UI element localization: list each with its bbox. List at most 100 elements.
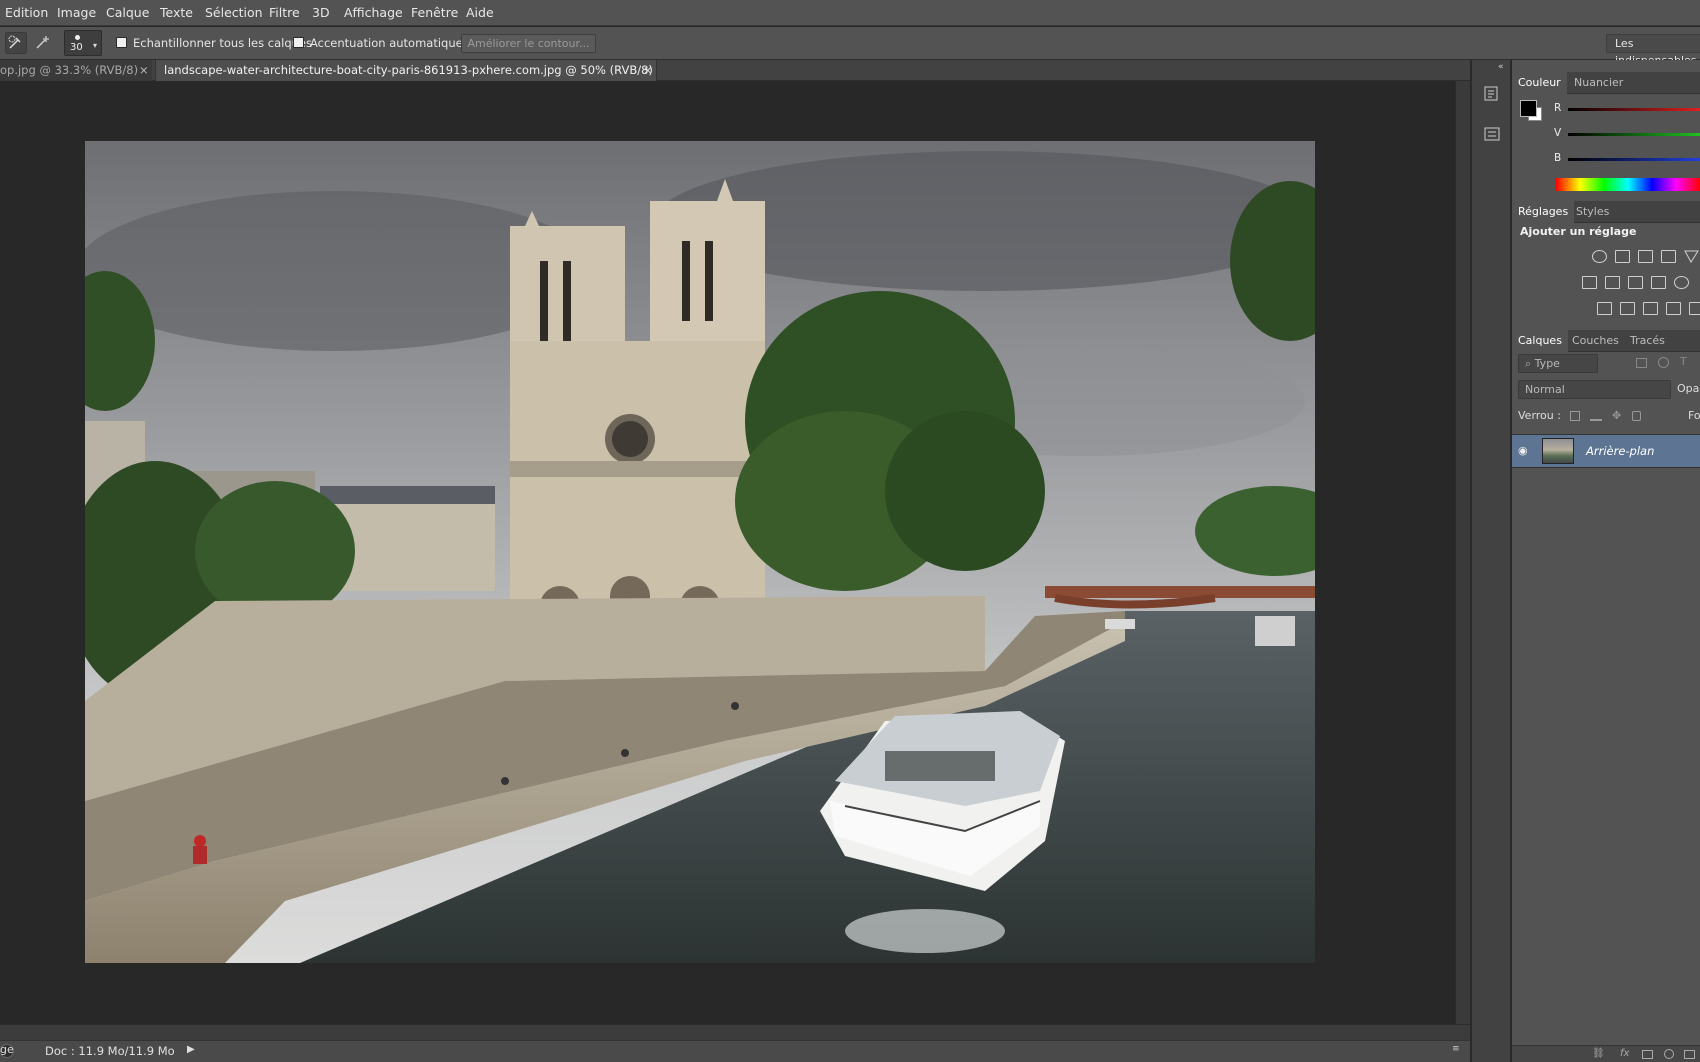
sample-all-layers-checkbox[interactable] bbox=[116, 37, 127, 48]
lock-position-icon[interactable]: ✥ bbox=[1612, 409, 1621, 422]
fill-label: Fo bbox=[1688, 409, 1700, 422]
tab-styles[interactable]: Styles bbox=[1570, 201, 1615, 223]
menu-aide[interactable]: Aide bbox=[466, 5, 494, 20]
document-tab-bar: op.jpg @ 33.3% (RVB/8) × landscape-water… bbox=[0, 60, 1470, 81]
panel-menu-icon[interactable]: ≡ bbox=[1452, 1044, 1460, 1054]
auto-enhance-checkbox[interactable] bbox=[293, 37, 304, 48]
eye-icon[interactable]: ◉ bbox=[1518, 444, 1536, 458]
lock-transparency-icon[interactable] bbox=[1570, 411, 1580, 421]
menu-fenetre[interactable]: Fenêtre bbox=[411, 5, 458, 20]
channel-mixer-icon[interactable] bbox=[1674, 276, 1689, 289]
brush-dot-icon bbox=[75, 35, 80, 40]
search-icon: ⌕ bbox=[1525, 357, 1535, 370]
status-menu-arrow-icon[interactable]: ▶ bbox=[187, 1044, 195, 1055]
horizontal-scrollbar[interactable] bbox=[0, 1024, 1470, 1040]
channel-r-label: R bbox=[1554, 102, 1562, 114]
channel-v-slider[interactable] bbox=[1568, 133, 1700, 136]
workspace-switcher[interactable]: Les indispensables bbox=[1606, 34, 1700, 67]
fx-icon[interactable]: fx bbox=[1620, 1048, 1629, 1059]
lock-pixels-icon[interactable] bbox=[1590, 411, 1602, 421]
layer-filter-select[interactable]: ⌕ Type bbox=[1518, 354, 1598, 373]
menu-bar: Edition Image Calque Texte Sélection Fil… bbox=[0, 0, 1700, 26]
menu-edition[interactable]: Edition bbox=[5, 5, 48, 20]
tab-couleur[interactable]: Couleur bbox=[1512, 72, 1567, 94]
brush-size-picker[interactable]: 30 ▾ bbox=[64, 30, 102, 56]
link-layers-icon[interactable]: ⛓ bbox=[1592, 1048, 1605, 1059]
status-fragment: ge bbox=[0, 1043, 14, 1056]
filter-type-icon[interactable]: T bbox=[1680, 355, 1687, 368]
new-group-icon[interactable] bbox=[1684, 1050, 1695, 1059]
history-panel-icon[interactable] bbox=[1482, 84, 1502, 104]
close-icon[interactable]: × bbox=[139, 60, 149, 81]
collapse-panels-icon[interactable]: « bbox=[1498, 62, 1504, 72]
lock-all-icon[interactable] bbox=[1632, 411, 1641, 421]
menu-filtre[interactable]: Filtre bbox=[269, 5, 300, 20]
black-white-icon[interactable] bbox=[1628, 276, 1643, 289]
doc-size-readout: Doc : 11.9 Mo/11.9 Mo bbox=[45, 1044, 175, 1058]
tab-document-2[interactable]: landscape-water-architecture-boat-city-p… bbox=[155, 60, 657, 81]
selective-color-icon[interactable] bbox=[1689, 302, 1700, 315]
photo-filter-icon[interactable] bbox=[1651, 276, 1666, 289]
menu-image[interactable]: Image bbox=[57, 5, 96, 20]
collapsed-panels-strip: « bbox=[1471, 60, 1511, 1062]
add-mask-icon[interactable] bbox=[1642, 1050, 1653, 1059]
adjustments-panel-header: Réglages Styles bbox=[1512, 201, 1700, 223]
threshold-icon[interactable] bbox=[1643, 302, 1658, 315]
properties-panel-icon[interactable] bbox=[1482, 124, 1502, 144]
curves-icon[interactable] bbox=[1638, 250, 1653, 263]
tab-traces[interactable]: Tracés bbox=[1624, 330, 1671, 352]
opacity-label: Opac bbox=[1677, 382, 1700, 395]
color-balance-icon[interactable] bbox=[1605, 276, 1620, 289]
menu-texte[interactable]: Texte bbox=[160, 5, 193, 20]
new-adjustment-icon[interactable] bbox=[1664, 1049, 1674, 1059]
hue-saturation-icon[interactable] bbox=[1582, 276, 1597, 289]
panels-dock: Couleur Nuancier R V B Réglages Styles A… bbox=[1512, 60, 1700, 1062]
vibrance-icon[interactable] bbox=[1684, 250, 1699, 263]
vertical-scrollbar[interactable] bbox=[1455, 81, 1470, 1040]
layer-filter-label: Type bbox=[1534, 357, 1560, 370]
gradient-map-icon[interactable] bbox=[1666, 302, 1681, 315]
channel-b-slider[interactable] bbox=[1568, 158, 1700, 161]
channel-r-slider[interactable] bbox=[1568, 108, 1700, 111]
menu-affichage[interactable]: Affichage bbox=[344, 5, 403, 20]
posterize-icon[interactable] bbox=[1620, 302, 1635, 315]
add-adjustment-title: Ajouter un réglage bbox=[1520, 225, 1637, 238]
document-image[interactable] bbox=[85, 141, 1315, 963]
menu-selection[interactable]: Sélection bbox=[205, 5, 263, 20]
channel-v-label: V bbox=[1554, 127, 1562, 139]
blend-mode-select[interactable]: Normal bbox=[1518, 380, 1671, 399]
layers-footer: ⛓ fx bbox=[1512, 1045, 1700, 1062]
tab-reglages[interactable]: Réglages bbox=[1512, 201, 1575, 223]
options-bar: 30 ▾ Echantillonner tous les calques Acc… bbox=[0, 27, 1700, 67]
auto-enhance-label: Accentuation automatique bbox=[310, 36, 463, 50]
color-spectrum-ramp[interactable] bbox=[1556, 178, 1700, 191]
tab-nuancier[interactable]: Nuancier bbox=[1568, 72, 1629, 94]
tab-document-1[interactable]: op.jpg @ 33.3% (RVB/8) × bbox=[0, 60, 152, 81]
sample-all-layers-label: Echantillonner tous les calques bbox=[133, 36, 312, 50]
color-panel-header: Couleur Nuancier bbox=[1512, 72, 1700, 94]
tab-calques[interactable]: Calques bbox=[1512, 330, 1568, 352]
status-bar: Doc : 11.9 Mo/11.9 Mo ▶ bbox=[0, 1040, 1470, 1062]
refine-edge-button[interactable]: Améliorer le contour... bbox=[461, 34, 596, 53]
filter-adjust-icon[interactable] bbox=[1658, 357, 1669, 368]
quick-selection-tool-icon[interactable] bbox=[5, 32, 27, 54]
tab-document-1-label: op.jpg @ 33.3% (RVB/8) bbox=[0, 63, 139, 77]
menu-calque[interactable]: Calque bbox=[106, 5, 149, 20]
brush-size-value: 30 bbox=[70, 42, 83, 53]
invert-icon[interactable] bbox=[1597, 302, 1612, 315]
close-icon[interactable]: × bbox=[643, 60, 653, 81]
exposure-icon[interactable] bbox=[1661, 250, 1676, 263]
brightness-icon[interactable] bbox=[1592, 250, 1607, 263]
add-to-selection-icon[interactable] bbox=[32, 32, 54, 54]
tab-document-2-label: landscape-water-architecture-boat-city-p… bbox=[164, 63, 653, 77]
lock-label: Verrou : bbox=[1518, 409, 1561, 422]
tab-couches[interactable]: Couches bbox=[1566, 330, 1625, 352]
menu-3d[interactable]: 3D bbox=[312, 5, 330, 20]
levels-icon[interactable] bbox=[1615, 250, 1630, 263]
foreground-color-swatch[interactable] bbox=[1520, 100, 1537, 117]
layer-name: Arrière-plan bbox=[1586, 444, 1655, 458]
layer-row[interactable]: ◉ Arrière-plan bbox=[1512, 434, 1700, 468]
filter-pixel-icon[interactable] bbox=[1636, 358, 1647, 368]
channel-b-label: B bbox=[1554, 152, 1562, 164]
layers-panel-header: Calques Couches Tracés bbox=[1512, 330, 1700, 352]
